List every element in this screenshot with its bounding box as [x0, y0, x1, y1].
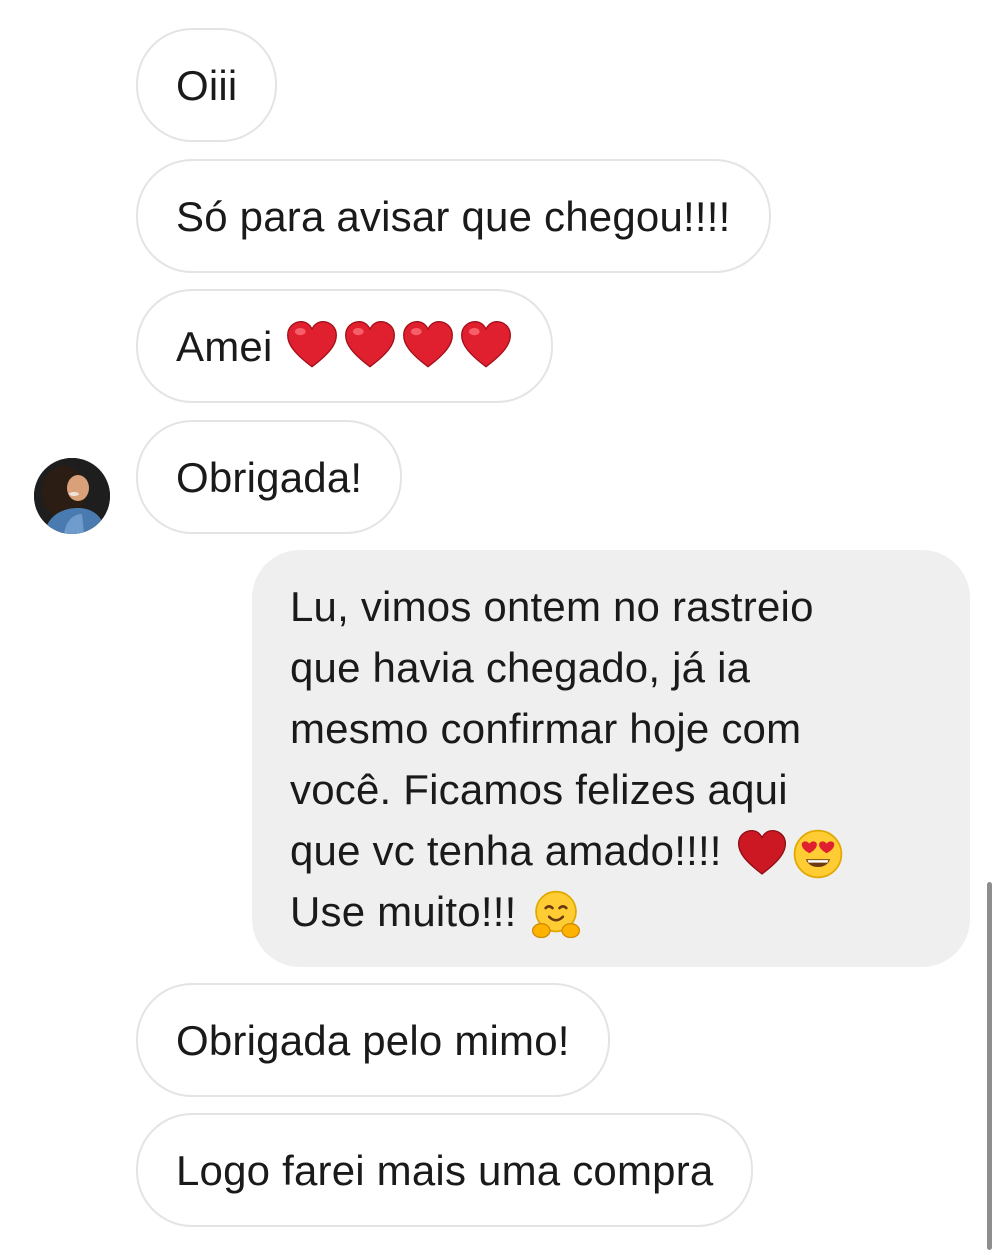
contact-avatar[interactable] [34, 458, 110, 534]
message-text: Obrigada pelo mimo! [176, 1016, 570, 1064]
incoming-message[interactable]: Só para avisar que chegou!!!! [136, 159, 771, 273]
incoming-message[interactable]: Obrigada pelo mimo! [136, 983, 610, 1097]
emoji-group [736, 828, 844, 880]
message-line: que havia chegado, já ia [290, 644, 751, 691]
red-heart-icon [401, 319, 455, 373]
message-line: mesmo confirmar hoje com [290, 705, 802, 752]
red-heart-icon [459, 319, 513, 373]
message-line: Lu, vimos ontem no rastreio [290, 583, 814, 630]
message-line-with-emoji: que vc tenha amado!!!! [290, 820, 932, 881]
emoji-group [285, 319, 513, 373]
incoming-message[interactable]: Obrigada! [136, 420, 403, 534]
hugging-face-icon [530, 889, 582, 941]
message-text: Oiii [176, 61, 238, 109]
emoji-group [530, 889, 582, 941]
incoming-message[interactable]: Logo farei mais uma compra [136, 1113, 754, 1227]
outgoing-message[interactable]: Lu, vimos ontem no rastreio que havia ch… [252, 550, 970, 967]
message-line: que vc tenha amado!!!! [290, 827, 722, 874]
red-heart-icon [343, 319, 397, 373]
message-text: Só para avisar que chegou!!!! [176, 192, 731, 240]
message-line: Use muito!!! [290, 888, 517, 935]
incoming-message[interactable]: Amei [136, 289, 553, 403]
heart-eyes-icon [792, 828, 844, 880]
message-line: você. Ficamos felizes aqui [290, 766, 788, 813]
message-text: Logo farei mais uma compra [176, 1146, 714, 1194]
scrollbar[interactable] [987, 882, 992, 1250]
message-text: Amei [176, 322, 273, 370]
incoming-message[interactable]: Oiii [136, 28, 278, 142]
message-thread: Oiii Só para avisar que chegou!!!! Amei [0, 0, 1000, 1250]
message-text: Obrigada! [176, 453, 363, 501]
message-line-with-emoji: Use muito!!! [290, 881, 932, 942]
red-heart-icon [285, 319, 339, 373]
red-heart-icon [736, 828, 788, 880]
